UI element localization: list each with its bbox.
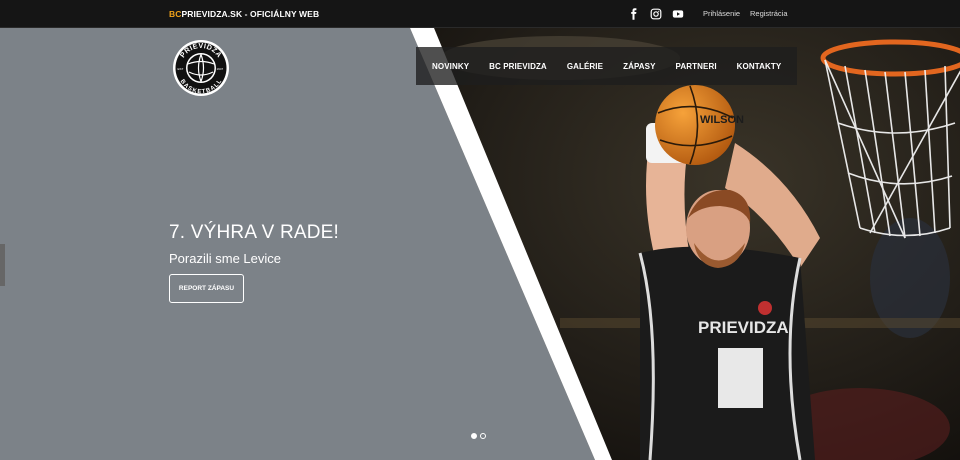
jersey-text: PRIEVIDZA [698,318,789,337]
brand-accent: BC [169,9,182,19]
carousel-dot-1[interactable] [471,433,477,439]
nav-item-zapasy[interactable]: ZÁPASY [613,62,665,71]
logo-right-text: 1947 [217,67,224,71]
register-link[interactable]: Registrácia [750,9,788,18]
nav-item-galerie[interactable]: GALÉRIE [557,62,613,71]
hero-photo: PRIEVIDZA WILSON [0,28,960,460]
site-brand[interactable]: BCPRIEVIDZA.SK - OFICIÁLNY WEB [169,9,319,19]
club-logo[interactable]: PRIEVIDZA BASKETBALL EST 1947 [172,39,230,97]
brand-text: PRIEVIDZA.SK - OFICIÁLNY WEB [181,9,320,19]
ball-text: WILSON [700,114,744,126]
instagram-icon[interactable] [650,8,662,20]
facebook-icon[interactable] [628,8,640,20]
top-bar: BCPRIEVIDZA.SK - OFICIÁLNY WEB Prihlásen… [0,0,960,28]
main-nav: NOVINKY BC PRIEVIDZA GALÉRIE ZÁPASY PART… [416,47,798,85]
hero-slider: PRIEVIDZA WILSON PRIEVIDZA BASKETBALL ES… [0,28,960,460]
side-tab[interactable] [0,244,5,286]
login-link[interactable]: Prihlásenie [703,9,740,18]
carousel-dots [471,433,486,439]
logo-left-text: EST [178,67,184,71]
report-button[interactable]: REPORT ZÁPASU [169,274,244,303]
carousel-dot-2[interactable] [480,433,486,439]
slide-subtitle: Porazili sme Levice [169,251,281,266]
slide-title: 7. VÝHRA V RADE! [169,222,340,243]
nav-item-partneri[interactable]: PARTNERI [666,62,727,71]
youtube-icon[interactable] [672,8,684,20]
nav-item-bc-prievidza[interactable]: BC PRIEVIDZA [479,62,557,71]
nav-item-novinky[interactable]: NOVINKY [422,62,479,71]
nav-item-kontakty[interactable]: KONTAKTY [727,62,792,71]
